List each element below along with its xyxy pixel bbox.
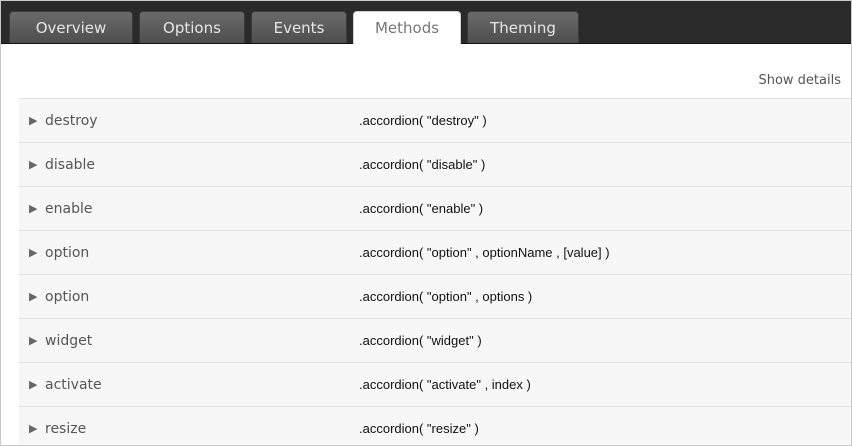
method-signature: .accordion( "option" , optionName , [val… [359,245,610,260]
docs-panel: Overview Options Events Methods Theming … [0,0,852,446]
method-signature: .accordion( "activate" , index ) [359,377,531,392]
triangle-right-icon: ▶ [29,378,38,391]
method-name: option [45,244,90,261]
method-row-option-name-value[interactable]: ▶ option .accordion( "option" , optionNa… [19,230,851,274]
triangle-right-icon: ▶ [29,334,38,347]
method-row-option-options[interactable]: ▶ option .accordion( "option" , options … [19,274,851,318]
tab-theming[interactable]: Theming [467,11,579,43]
methods-list: ▶ destroy .accordion( "destroy" ) ▶ disa… [19,98,851,445]
tab-events[interactable]: Events [251,11,347,43]
method-signature: .accordion( "destroy" ) [359,113,487,128]
method-name: option [45,288,90,305]
method-signature: .accordion( "disable" ) [359,157,486,172]
method-row-enable[interactable]: ▶ enable .accordion( "enable" ) [19,186,851,230]
tab-methods[interactable]: Methods [353,11,461,44]
tab-list: Overview Options Events Methods Theming [9,11,579,44]
method-signature: .accordion( "widget" ) [359,333,482,348]
method-name: widget [45,332,93,349]
method-row-widget[interactable]: ▶ widget .accordion( "widget" ) [19,318,851,362]
show-details-link[interactable]: Show details [758,73,841,88]
tab-overview[interactable]: Overview [9,11,133,43]
tab-options[interactable]: Options [139,11,245,43]
tab-bar: Overview Options Events Methods Theming [1,1,851,44]
method-name: resize [45,420,87,437]
method-row-activate[interactable]: ▶ activate .accordion( "activate" , inde… [19,362,851,406]
triangle-right-icon: ▶ [29,246,38,259]
triangle-right-icon: ▶ [29,422,38,435]
method-name: enable [45,200,93,217]
method-signature: .accordion( "resize" ) [359,421,479,436]
method-name: disable [45,156,96,173]
method-name: activate [45,376,102,393]
method-row-disable[interactable]: ▶ disable .accordion( "disable" ) [19,142,851,186]
method-signature: .accordion( "option" , options ) [359,289,533,304]
triangle-right-icon: ▶ [29,290,38,303]
method-name: destroy [45,112,98,129]
triangle-right-icon: ▶ [29,158,38,171]
method-signature: .accordion( "enable" ) [359,201,484,216]
method-row-destroy[interactable]: ▶ destroy .accordion( "destroy" ) [19,98,851,142]
method-row-resize[interactable]: ▶ resize .accordion( "resize" ) [19,406,851,445]
triangle-right-icon: ▶ [29,202,38,215]
triangle-right-icon: ▶ [29,114,38,127]
